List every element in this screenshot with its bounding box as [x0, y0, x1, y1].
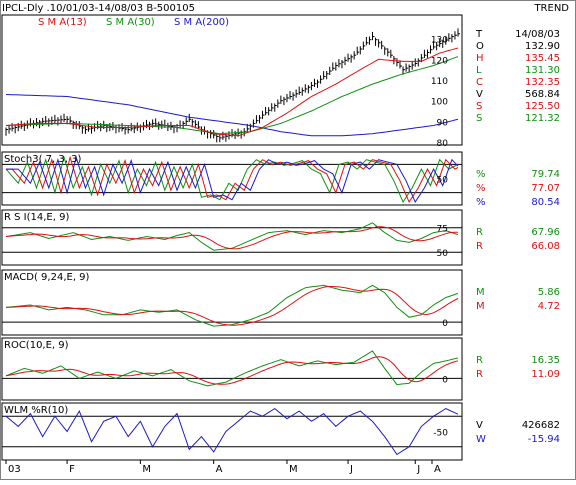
price-readout-value-2: 135.45: [525, 53, 560, 64]
price-readout-key-3: L: [476, 65, 482, 76]
stoch-readout-value-1: 77.07: [531, 183, 560, 194]
x-label-4: M: [289, 464, 298, 475]
macd-tick-label-0: 0: [442, 319, 448, 329]
rsi-readout-value-0: 67.96: [531, 227, 560, 238]
rsi-readout-value-1: 66.08: [531, 241, 560, 252]
macd-title: MACD( 9,24,E, 9): [4, 272, 90, 283]
price-readout-key-0: T: [475, 29, 483, 40]
price-readout-key-2: H: [476, 53, 484, 64]
price-legend-0: S M A(13): [38, 17, 87, 28]
macd-readout-value-1: 4.72: [538, 301, 560, 312]
stoch-tick-label-0: 50: [437, 176, 449, 186]
rsi-tick-label-0: 75: [437, 225, 448, 235]
wlm-readout-value-0: 426682: [522, 420, 560, 431]
macd-readout-key-1: M: [476, 301, 485, 312]
x-label-5: J: [349, 464, 353, 475]
price-tick-label-4: 120: [431, 56, 448, 66]
price-readout-key-7: S: [476, 113, 482, 124]
trend-label: TREND: [533, 3, 569, 14]
x-label-1: F: [69, 464, 75, 475]
roc-title: ROC(10,E, 9): [4, 340, 69, 351]
price-tick-label-2: 100: [431, 98, 448, 108]
price-readout-key-1: O: [476, 41, 484, 52]
stoch-readout-key-2: %: [476, 197, 486, 208]
wlm-readout-value-1: -15.94: [528, 434, 560, 445]
roc-readout-value-1: 11.09: [531, 369, 560, 380]
roc-tick-label-0: 0: [442, 375, 448, 385]
stoch-readout-value-0: 79.74: [531, 169, 560, 180]
wlm-readout-key-1: W: [476, 434, 486, 445]
x-label-7: A: [434, 464, 441, 475]
roc-readout-key-1: R: [476, 369, 483, 380]
price-readout-value-3: 131.30: [525, 65, 560, 76]
price-legend-2: S M A(200): [174, 17, 229, 28]
price-tick-label-1: 90: [437, 118, 449, 128]
price-readout-value-4: 132.35: [525, 77, 560, 88]
chart-frame: [0, 0, 576, 480]
x-label-2: M: [142, 464, 151, 475]
stoch-readout-value-2: 80.54: [531, 197, 560, 208]
price-readout-key-4: C: [476, 77, 483, 88]
price-readout-value-1: 132.90: [525, 41, 560, 52]
stoch-title: Stoch3( 7, 3, 3): [4, 154, 81, 165]
rsi-readout-key-0: R: [476, 227, 483, 238]
rsi-tick-label-1: 50: [437, 249, 449, 259]
stoch-readout-key-1: %: [476, 183, 486, 194]
technical-chart: IPCL-Dly .10/01/03-14/08/03 B-500105 TRE…: [0, 0, 576, 480]
price-readout-value-0: 14/08/03: [515, 29, 560, 40]
price-readout-value-6: 125.50: [525, 101, 560, 112]
price-readout-value-5: 568.84: [525, 89, 560, 100]
wlm-title: WLM %R(10): [4, 405, 68, 416]
chart-stage: IPCL-Dly .10/01/03-14/08/03 B-500105 TRE…: [0, 0, 576, 480]
price-legend-1: S M A(30): [106, 17, 155, 28]
wlm-readout-key-0: V: [476, 420, 483, 431]
stoch-readout-key-0: %: [476, 169, 486, 180]
price-tick-label-5: 130: [431, 36, 448, 46]
rsi-readout-key-1: R: [476, 241, 483, 252]
symbol-header: IPCL-Dly .10/01/03-14/08/03 B-500105: [2, 3, 195, 14]
rsi-title: R S I(14,E, 9): [4, 212, 69, 223]
roc-readout-value-0: 16.35: [531, 355, 560, 366]
x-label-0: 03: [8, 464, 21, 475]
macd-readout-value-0: 5.86: [538, 287, 560, 298]
roc-readout-key-0: R: [476, 355, 483, 366]
x-label-3: A: [216, 464, 223, 475]
price-readout-value-7: 121.32: [525, 113, 560, 124]
price-tick-label-3: 110: [431, 77, 448, 87]
price-readout-key-5: V: [476, 89, 483, 100]
x-label-6: J: [416, 464, 420, 475]
macd-readout-key-0: M: [476, 287, 485, 298]
price-readout-key-6: S: [476, 101, 482, 112]
price-tick-label-0: 80: [437, 139, 449, 149]
wlm-tick-label-0: -50: [433, 429, 448, 439]
